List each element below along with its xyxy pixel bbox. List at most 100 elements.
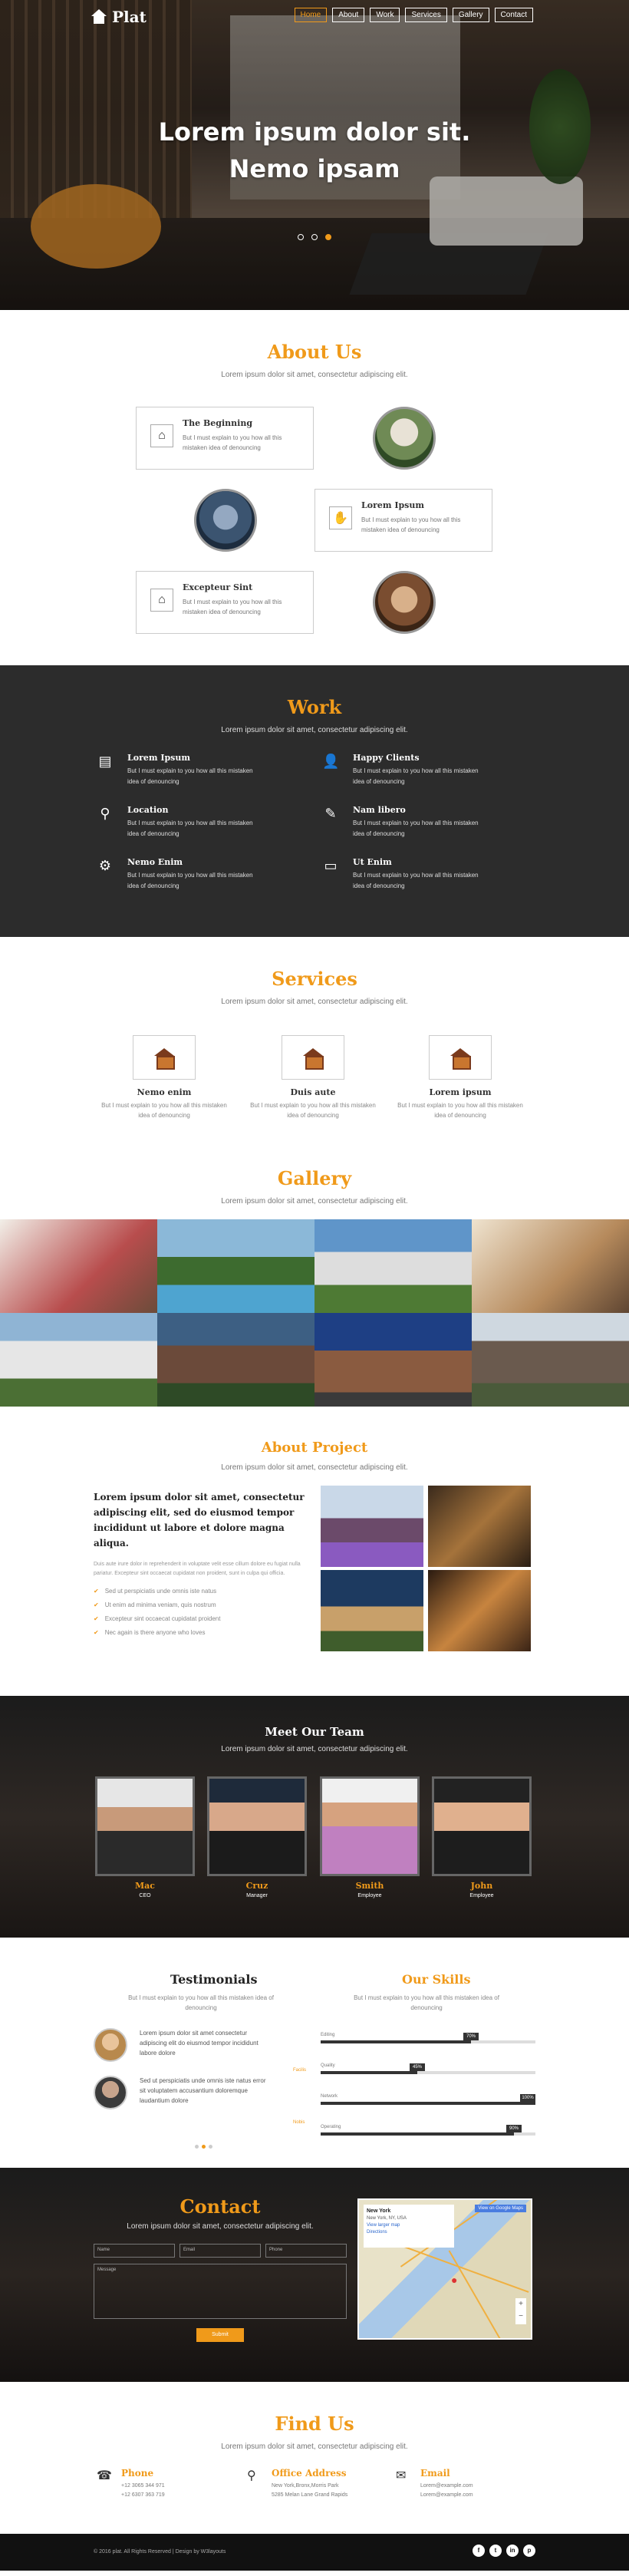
work-item-title: Happy Clients <box>353 753 420 763</box>
member-role: CEO <box>139 1893 151 1898</box>
name-field[interactable]: Name <box>94 2244 175 2258</box>
skill-name: Network <box>321 2094 338 2099</box>
team-member: Cruz Manager <box>207 1776 307 1898</box>
list-item: Sed ut perspiciatis unde omnis iste natu… <box>94 1585 305 1598</box>
slider-dot-active[interactable] <box>325 234 332 240</box>
project-image <box>321 1570 423 1651</box>
skill-bar: Facilis Quality 45% <box>293 2063 535 2080</box>
social-links: f t in p <box>473 2545 535 2557</box>
find-item-line: +12 6307 363 719 <box>121 2492 165 2498</box>
work-item-text: But I must explain to you how all this m… <box>353 872 479 889</box>
team-member: John Employee <box>432 1776 532 1898</box>
nav-menu: Home About Work Services Gallery Contact <box>294 8 533 22</box>
slider-dot[interactable] <box>297 234 304 240</box>
service-box[interactable] <box>133 1035 196 1080</box>
find-item-line[interactable]: Lorem@example.com <box>420 2482 549 2491</box>
contact-subtitle: Lorem ipsum dolor sit amet, consectetur … <box>127 2222 314 2231</box>
nav-services[interactable]: Services <box>405 8 447 22</box>
team-section: Meet Our Team Lorem ipsum dolor sit amet… <box>0 1696 629 1938</box>
skill-track <box>321 2071 535 2074</box>
work-item-title: Lorem Ipsum <box>127 753 191 763</box>
work-item: ⚲ Location But I must explain to you how… <box>97 805 265 839</box>
slider-dot[interactable] <box>195 2145 199 2149</box>
skill-bar: Editing 70% <box>321 2033 535 2050</box>
testimonials-title: Testimonials <box>170 1972 258 1987</box>
work-item: ▤ Lorem Ipsum But I must explain to you … <box>97 753 265 787</box>
submit-button[interactable]: Submit <box>196 2328 244 2342</box>
project-image <box>321 1486 423 1567</box>
gallery-image[interactable] <box>157 1313 314 1407</box>
service-title: Duis aute <box>290 1087 336 1097</box>
avatar <box>94 2028 127 2062</box>
find-us-section: Find Us Lorem ipsum dolor sit amet, cons… <box>0 2382 629 2534</box>
work-subtitle: Lorem ipsum dolor sit amet, consectetur … <box>221 726 408 734</box>
slider-dot[interactable] <box>209 2145 212 2149</box>
map-larger-link[interactable]: View larger map <box>367 2223 400 2228</box>
work-item-text: But I must explain to you how all this m… <box>127 872 253 889</box>
service-item: Nemo enim But I must explain to you how … <box>95 1035 233 1120</box>
map-place-sub: New York, NY, USA <box>367 2216 407 2221</box>
service-box[interactable] <box>429 1035 492 1080</box>
about-card-text: But I must explain to you how all this m… <box>361 516 461 533</box>
facebook-icon[interactable]: f <box>473 2545 485 2557</box>
avatar <box>432 1776 532 1876</box>
gallery-image[interactable] <box>0 1313 157 1407</box>
nav-gallery[interactable]: Gallery <box>452 8 489 22</box>
contact-form: Name Email Phone Message Submit <box>94 2244 347 2342</box>
google-map[interactable]: New York New York, NY, USA View larger m… <box>357 2198 532 2340</box>
gallery-image[interactable] <box>314 1219 472 1313</box>
gallery-image[interactable] <box>157 1219 314 1313</box>
team-subtitle: Lorem ipsum dolor sit amet, consectetur … <box>221 1745 408 1753</box>
testimonial-quote: Lorem ipsum dolor sit amet consectetur a… <box>140 2030 259 2057</box>
list-item: Nec again is there anyone who loves <box>94 1626 305 1640</box>
hero-heading: Lorem ipsum dolor sit. Nemo ipsam <box>0 114 629 187</box>
map-directions-link[interactable]: Directions <box>367 2230 387 2235</box>
skill-track <box>321 2132 535 2136</box>
about-card: ✋ Lorem Ipsum But I must explain to you … <box>314 489 492 552</box>
nav-work[interactable]: Work <box>370 8 400 22</box>
nav-about[interactable]: About <box>332 8 365 22</box>
about-card-title: Lorem Ipsum <box>361 500 425 510</box>
service-text: But I must explain to you how all this m… <box>397 1102 523 1119</box>
skill-name: Quality <box>321 2063 335 2068</box>
footer: © 2016 plat. All Rights Reserved | Desig… <box>0 2534 629 2571</box>
hero-banner: Plat Home About Work Services Gallery Co… <box>0 0 629 310</box>
twitter-icon[interactable]: t <box>489 2545 502 2557</box>
slider-dot-active[interactable] <box>202 2145 206 2149</box>
project-image <box>428 1570 531 1651</box>
gallery-image[interactable] <box>472 1313 629 1407</box>
work-item-title: Location <box>127 805 169 815</box>
handshake-icon: ✋ <box>329 506 352 529</box>
service-title: Lorem ipsum <box>429 1087 492 1097</box>
email-field[interactable]: Email <box>179 2244 261 2258</box>
slider-dot[interactable] <box>311 234 318 240</box>
nav-contact[interactable]: Contact <box>494 8 533 22</box>
phone-field[interactable]: Phone <box>265 2244 347 2258</box>
project-image <box>428 1486 531 1567</box>
linkedin-icon[interactable]: in <box>506 2545 519 2557</box>
testimonial-dots <box>193 2139 214 2152</box>
map-zoom-control[interactable]: + − <box>515 2298 526 2324</box>
skill-fill <box>321 2132 514 2136</box>
about-photo <box>373 407 436 470</box>
skill-bar: Nobis Operating 90% <box>293 2120 535 2142</box>
team-member: Smith Employee <box>320 1776 420 1898</box>
logo[interactable]: Plat <box>91 8 147 26</box>
service-box[interactable] <box>282 1035 344 1080</box>
about-title: About Us <box>267 341 362 363</box>
message-field[interactable]: Message <box>94 2264 347 2319</box>
gallery-image[interactable] <box>472 1219 629 1313</box>
member-name: Smith <box>355 1881 384 1891</box>
map-google-button[interactable]: View on Google Maps <box>475 2205 526 2212</box>
house-logo-icon <box>91 9 107 25</box>
pinterest-icon[interactable]: p <box>523 2545 535 2557</box>
skill-name: Operating <box>321 2125 341 2129</box>
mail-icon: ✉ <box>396 2469 407 2482</box>
gallery-image[interactable] <box>314 1313 472 1407</box>
about-section: About Us Lorem ipsum dolor sit amet, con… <box>0 310 629 665</box>
house-icon <box>450 1048 471 1070</box>
nav-home[interactable]: Home <box>294 8 328 22</box>
location-icon: ⚲ <box>247 2469 256 2482</box>
gallery-image[interactable] <box>0 1219 157 1313</box>
find-item-line[interactable]: Lorem@example.com <box>420 2491 549 2500</box>
